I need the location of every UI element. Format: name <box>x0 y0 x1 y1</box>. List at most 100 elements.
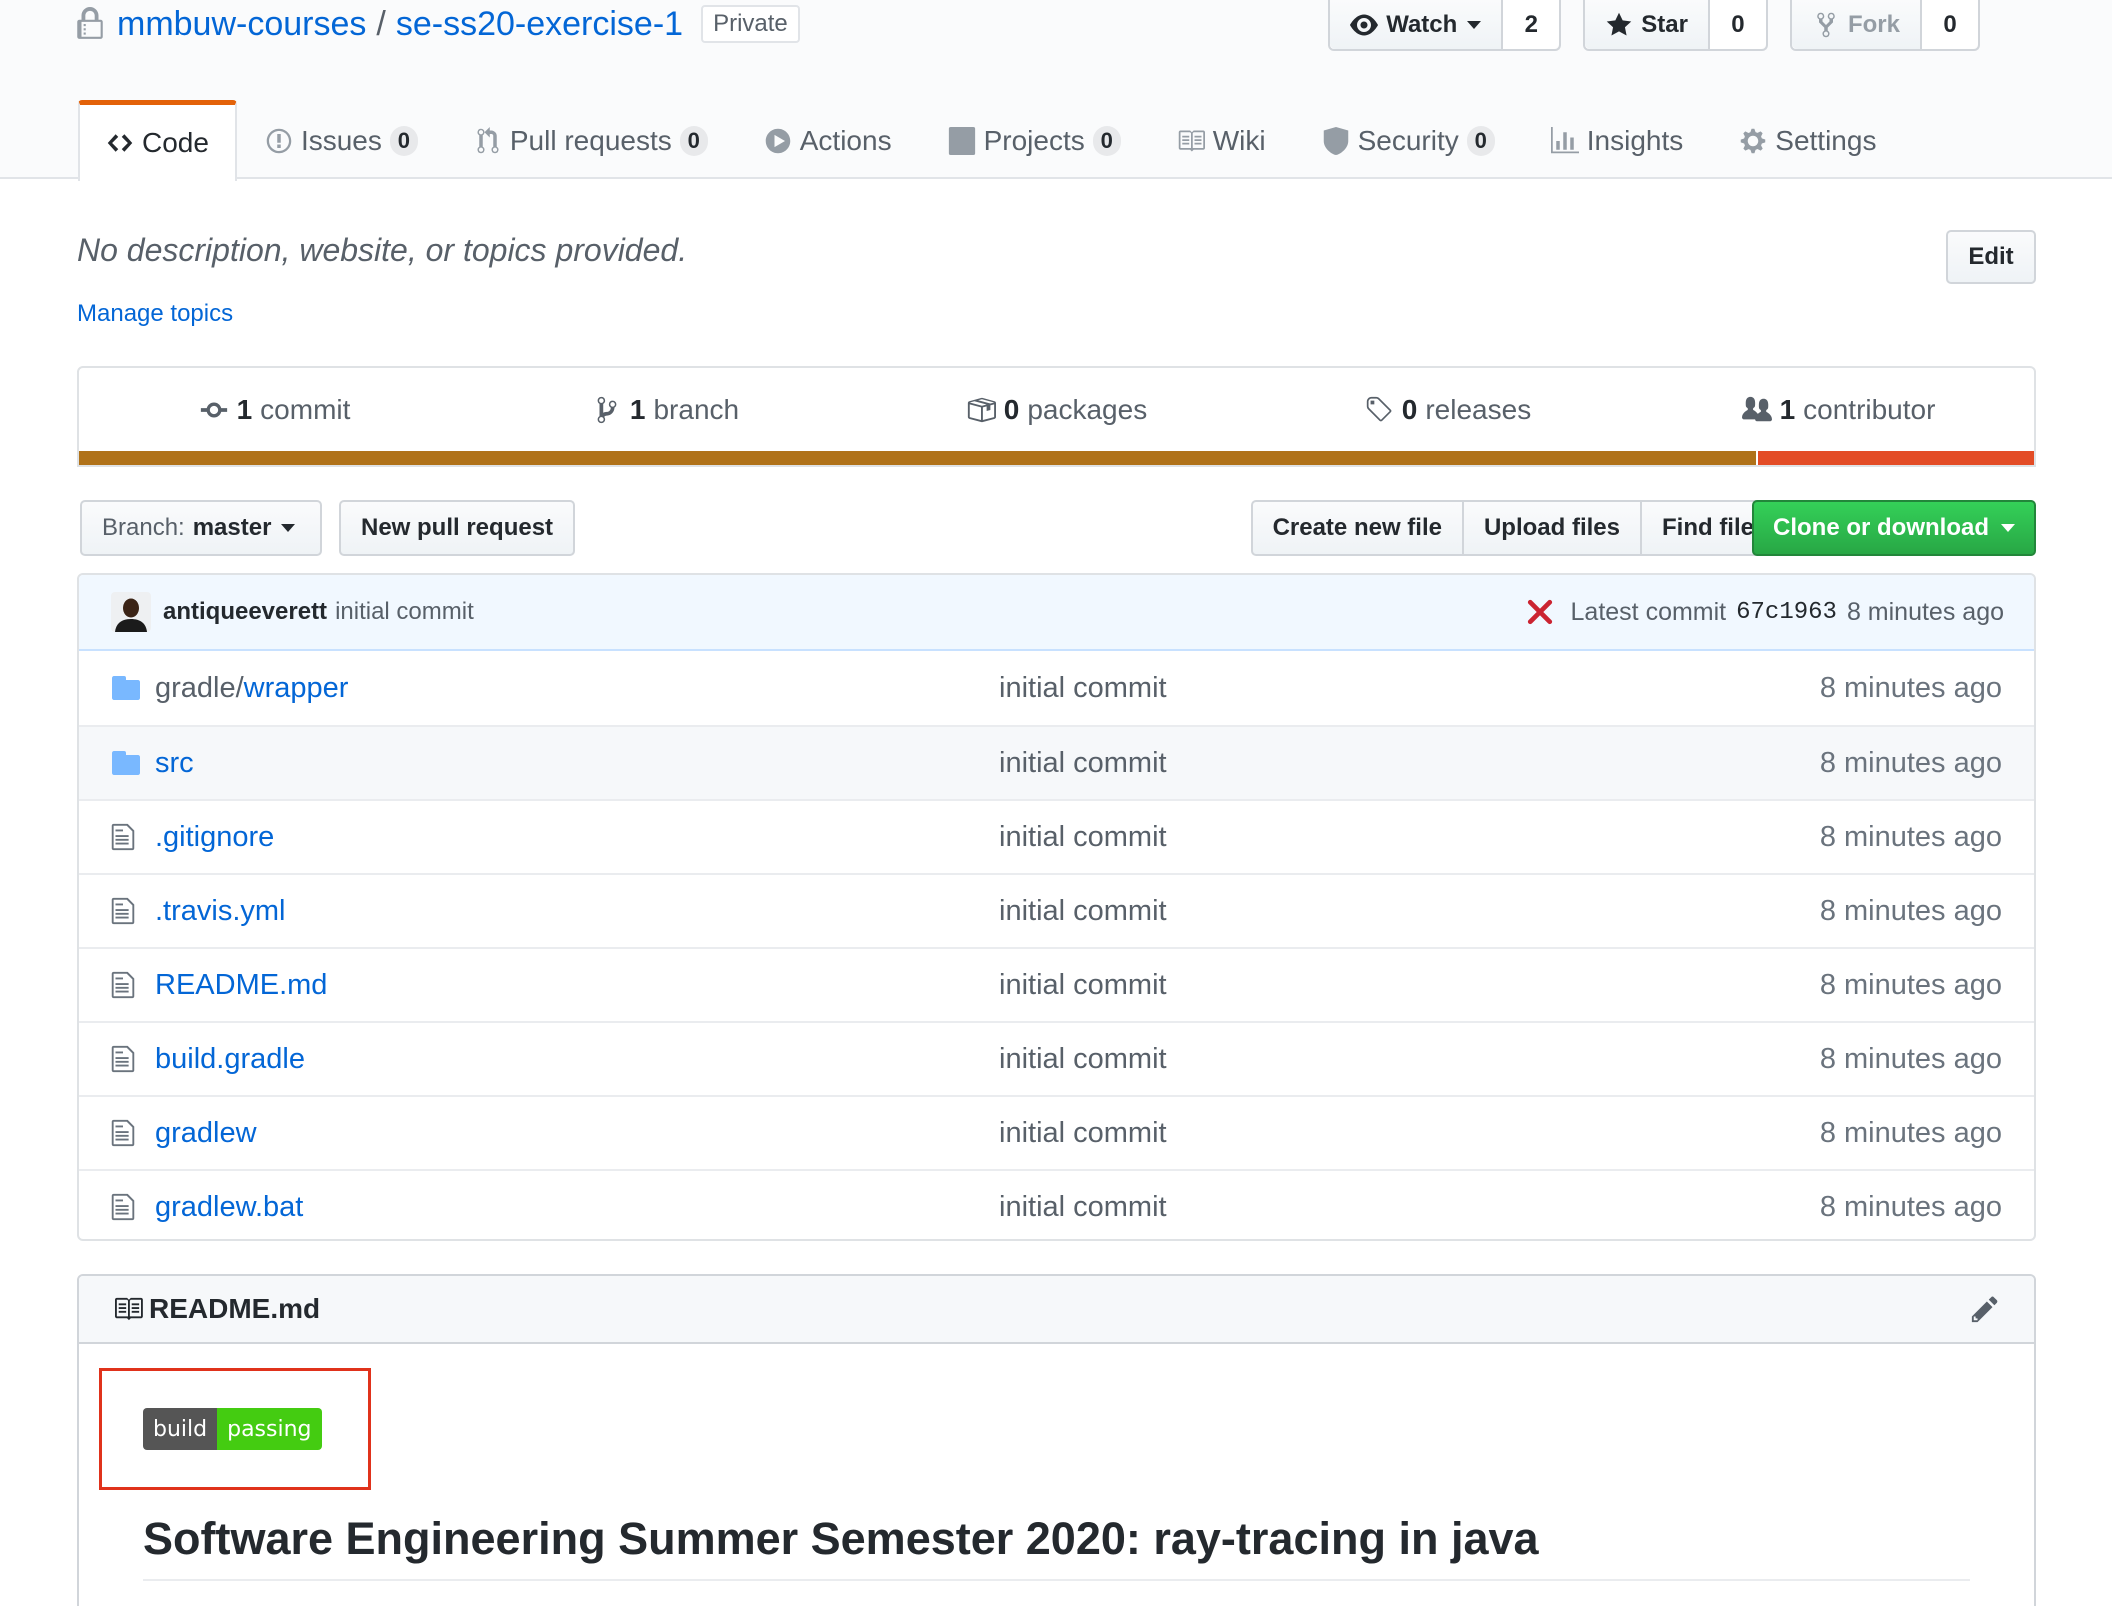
commit-message-link[interactable]: initial commit <box>335 598 474 626</box>
commit-author-link[interactable]: antiqueeverett <box>163 598 327 626</box>
tab-label: Settings <box>1775 124 1877 156</box>
play-icon <box>765 128 790 153</box>
branches-link[interactable]: 1 branch <box>470 394 861 426</box>
file-commit-message[interactable]: initial commit <box>999 672 1599 705</box>
contributors-count: 1 <box>1779 393 1796 425</box>
language-bar[interactable] <box>79 451 2034 465</box>
file-commit-message[interactable]: initial commit <box>999 747 1599 780</box>
tab-label: Issues <box>300 124 382 156</box>
commits-link[interactable]: 1 commit <box>79 394 470 426</box>
file-link[interactable]: src <box>155 747 194 779</box>
commit-sha-link[interactable]: 67c1963 <box>1736 599 1837 626</box>
chevron-down-icon <box>1467 20 1482 29</box>
file-commit-message[interactable]: initial commit <box>999 821 1599 854</box>
x-icon[interactable] <box>1527 599 1553 625</box>
tab-code[interactable]: Code <box>78 100 237 181</box>
create-new-file-button[interactable]: Create new file <box>1250 500 1464 556</box>
manage-topics-link[interactable]: Manage topics <box>77 300 233 328</box>
clone-or-download-button[interactable]: Clone or download <box>1752 500 2036 556</box>
table-row[interactable]: .gitignore initial commit 8 minutes ago <box>79 799 2034 873</box>
watch-count[interactable]: 2 <box>1503 0 1560 49</box>
eye-icon <box>1350 14 1379 35</box>
fork-count[interactable]: 0 <box>1922 0 1978 49</box>
file-age: 8 minutes ago <box>1819 1190 2002 1223</box>
upload-files-button[interactable]: Upload files <box>1461 500 1642 556</box>
file-navigation: Branch: master New pull request Create n… <box>80 500 2036 556</box>
table-row[interactable]: src initial commit 8 minutes ago <box>79 725 2034 799</box>
repo-description: No description, website, or topics provi… <box>77 232 688 268</box>
tab-wiki[interactable]: Wiki <box>1149 100 1294 179</box>
branch-select-button[interactable]: Branch: master <box>80 500 322 556</box>
file-age: 8 minutes ago <box>1819 1116 2002 1149</box>
table-row[interactable]: .travis.yml initial commit 8 minutes ago <box>79 873 2034 947</box>
file-link[interactable]: gradlew.bat <box>155 1191 303 1223</box>
pull-request-icon <box>477 126 499 153</box>
build-status-badge[interactable]: build passing <box>143 1408 322 1450</box>
readme-filename: README.md <box>149 1293 321 1324</box>
tab-settings[interactable]: Settings <box>1711 100 1904 179</box>
tab-pull-requests[interactable]: Pull requests 0 <box>446 100 736 179</box>
file-link[interactable]: build.gradle <box>155 1043 305 1075</box>
fork-button[interactable]: Fork <box>1791 0 1922 49</box>
tab-issues[interactable]: Issues 0 <box>237 100 446 179</box>
projects-counter: 0 <box>1092 125 1121 156</box>
tab-actions[interactable]: Actions <box>736 100 920 179</box>
watch-button[interactable]: Watch <box>1330 0 1504 49</box>
fork-icon <box>1817 12 1835 37</box>
star-count[interactable]: 0 <box>1709 0 1766 49</box>
language-segment[interactable] <box>79 451 1757 465</box>
new-pull-request-button[interactable]: New pull request <box>339 500 576 556</box>
file-commit-message[interactable]: initial commit <box>999 1117 1599 1150</box>
file-commit-message[interactable]: initial commit <box>999 969 1599 1002</box>
file-link[interactable]: wrapper <box>244 672 349 704</box>
file-commit-message[interactable]: initial commit <box>999 895 1599 928</box>
tab-label: Pull requests <box>509 124 672 156</box>
star-button[interactable]: Star <box>1585 0 1710 49</box>
table-row[interactable]: README.md initial commit 8 minutes ago <box>79 947 2034 1021</box>
tab-insights[interactable]: Insights <box>1523 100 1712 179</box>
file-icon <box>111 1119 135 1147</box>
fork-button-group: Fork 0 <box>1789 0 1980 51</box>
file-commit-message[interactable]: initial commit <box>999 1191 1599 1224</box>
branch-prefix: Branch: <box>102 514 185 541</box>
repo-name-link[interactable]: se-ss20-exercise-1 <box>396 5 683 44</box>
table-row[interactable]: gradlew initial commit 8 minutes ago <box>79 1095 2034 1169</box>
contributors-link[interactable]: 1 contributor <box>1643 394 2034 426</box>
edit-button[interactable]: Edit <box>1946 230 2036 284</box>
file-link[interactable]: README.md <box>155 969 327 1001</box>
file-commit-message[interactable]: initial commit <box>999 1043 1599 1076</box>
releases-label: releases <box>1425 393 1532 425</box>
table-row[interactable]: gradle/wrapper initial commit 8 minutes … <box>79 651 2034 725</box>
project-icon <box>948 126 975 155</box>
latest-commit-label: Latest commit <box>1570 597 1727 626</box>
avatar[interactable] <box>111 592 151 632</box>
tab-security[interactable]: Security 0 <box>1294 100 1523 179</box>
folder-icon <box>112 751 140 775</box>
tab-label: Actions <box>799 124 892 156</box>
file-link[interactable]: gradlew <box>155 1117 257 1149</box>
file-link[interactable]: .gitignore <box>155 821 274 853</box>
file-age: 8 minutes ago <box>1819 1042 2002 1075</box>
file-link[interactable]: .travis.yml <box>155 895 286 927</box>
package-icon <box>967 397 996 422</box>
table-row[interactable]: gradlew.bat initial commit 8 minutes ago <box>79 1169 2034 1239</box>
table-row[interactable]: build.gradle initial commit 8 minutes ag… <box>79 1021 2034 1095</box>
tab-projects[interactable]: Projects 0 <box>920 100 1149 179</box>
commits-label: commit <box>260 393 351 425</box>
security-counter: 0 <box>1466 125 1495 156</box>
people-icon <box>1741 396 1772 421</box>
repo-owner-link[interactable]: mmbuw-courses <box>117 5 366 44</box>
badge-status: passing <box>217 1408 322 1450</box>
commit-icon <box>200 402 227 417</box>
pull-requests-counter: 0 <box>679 125 708 156</box>
repo-separator: / <box>376 4 386 43</box>
releases-link[interactable]: 0 releases <box>1252 394 1643 426</box>
graph-icon <box>1550 126 1579 153</box>
book-icon <box>115 1297 143 1321</box>
language-segment[interactable] <box>1756 451 2034 465</box>
packages-link[interactable]: 0 packages <box>861 394 1252 426</box>
shield-icon <box>1323 126 1348 155</box>
latest-commit: Latest commit 67c1963 8 minutes ago <box>1527 598 2004 627</box>
file-age: 8 minutes ago <box>1819 968 2002 1001</box>
pencil-icon[interactable] <box>1970 1294 2000 1324</box>
